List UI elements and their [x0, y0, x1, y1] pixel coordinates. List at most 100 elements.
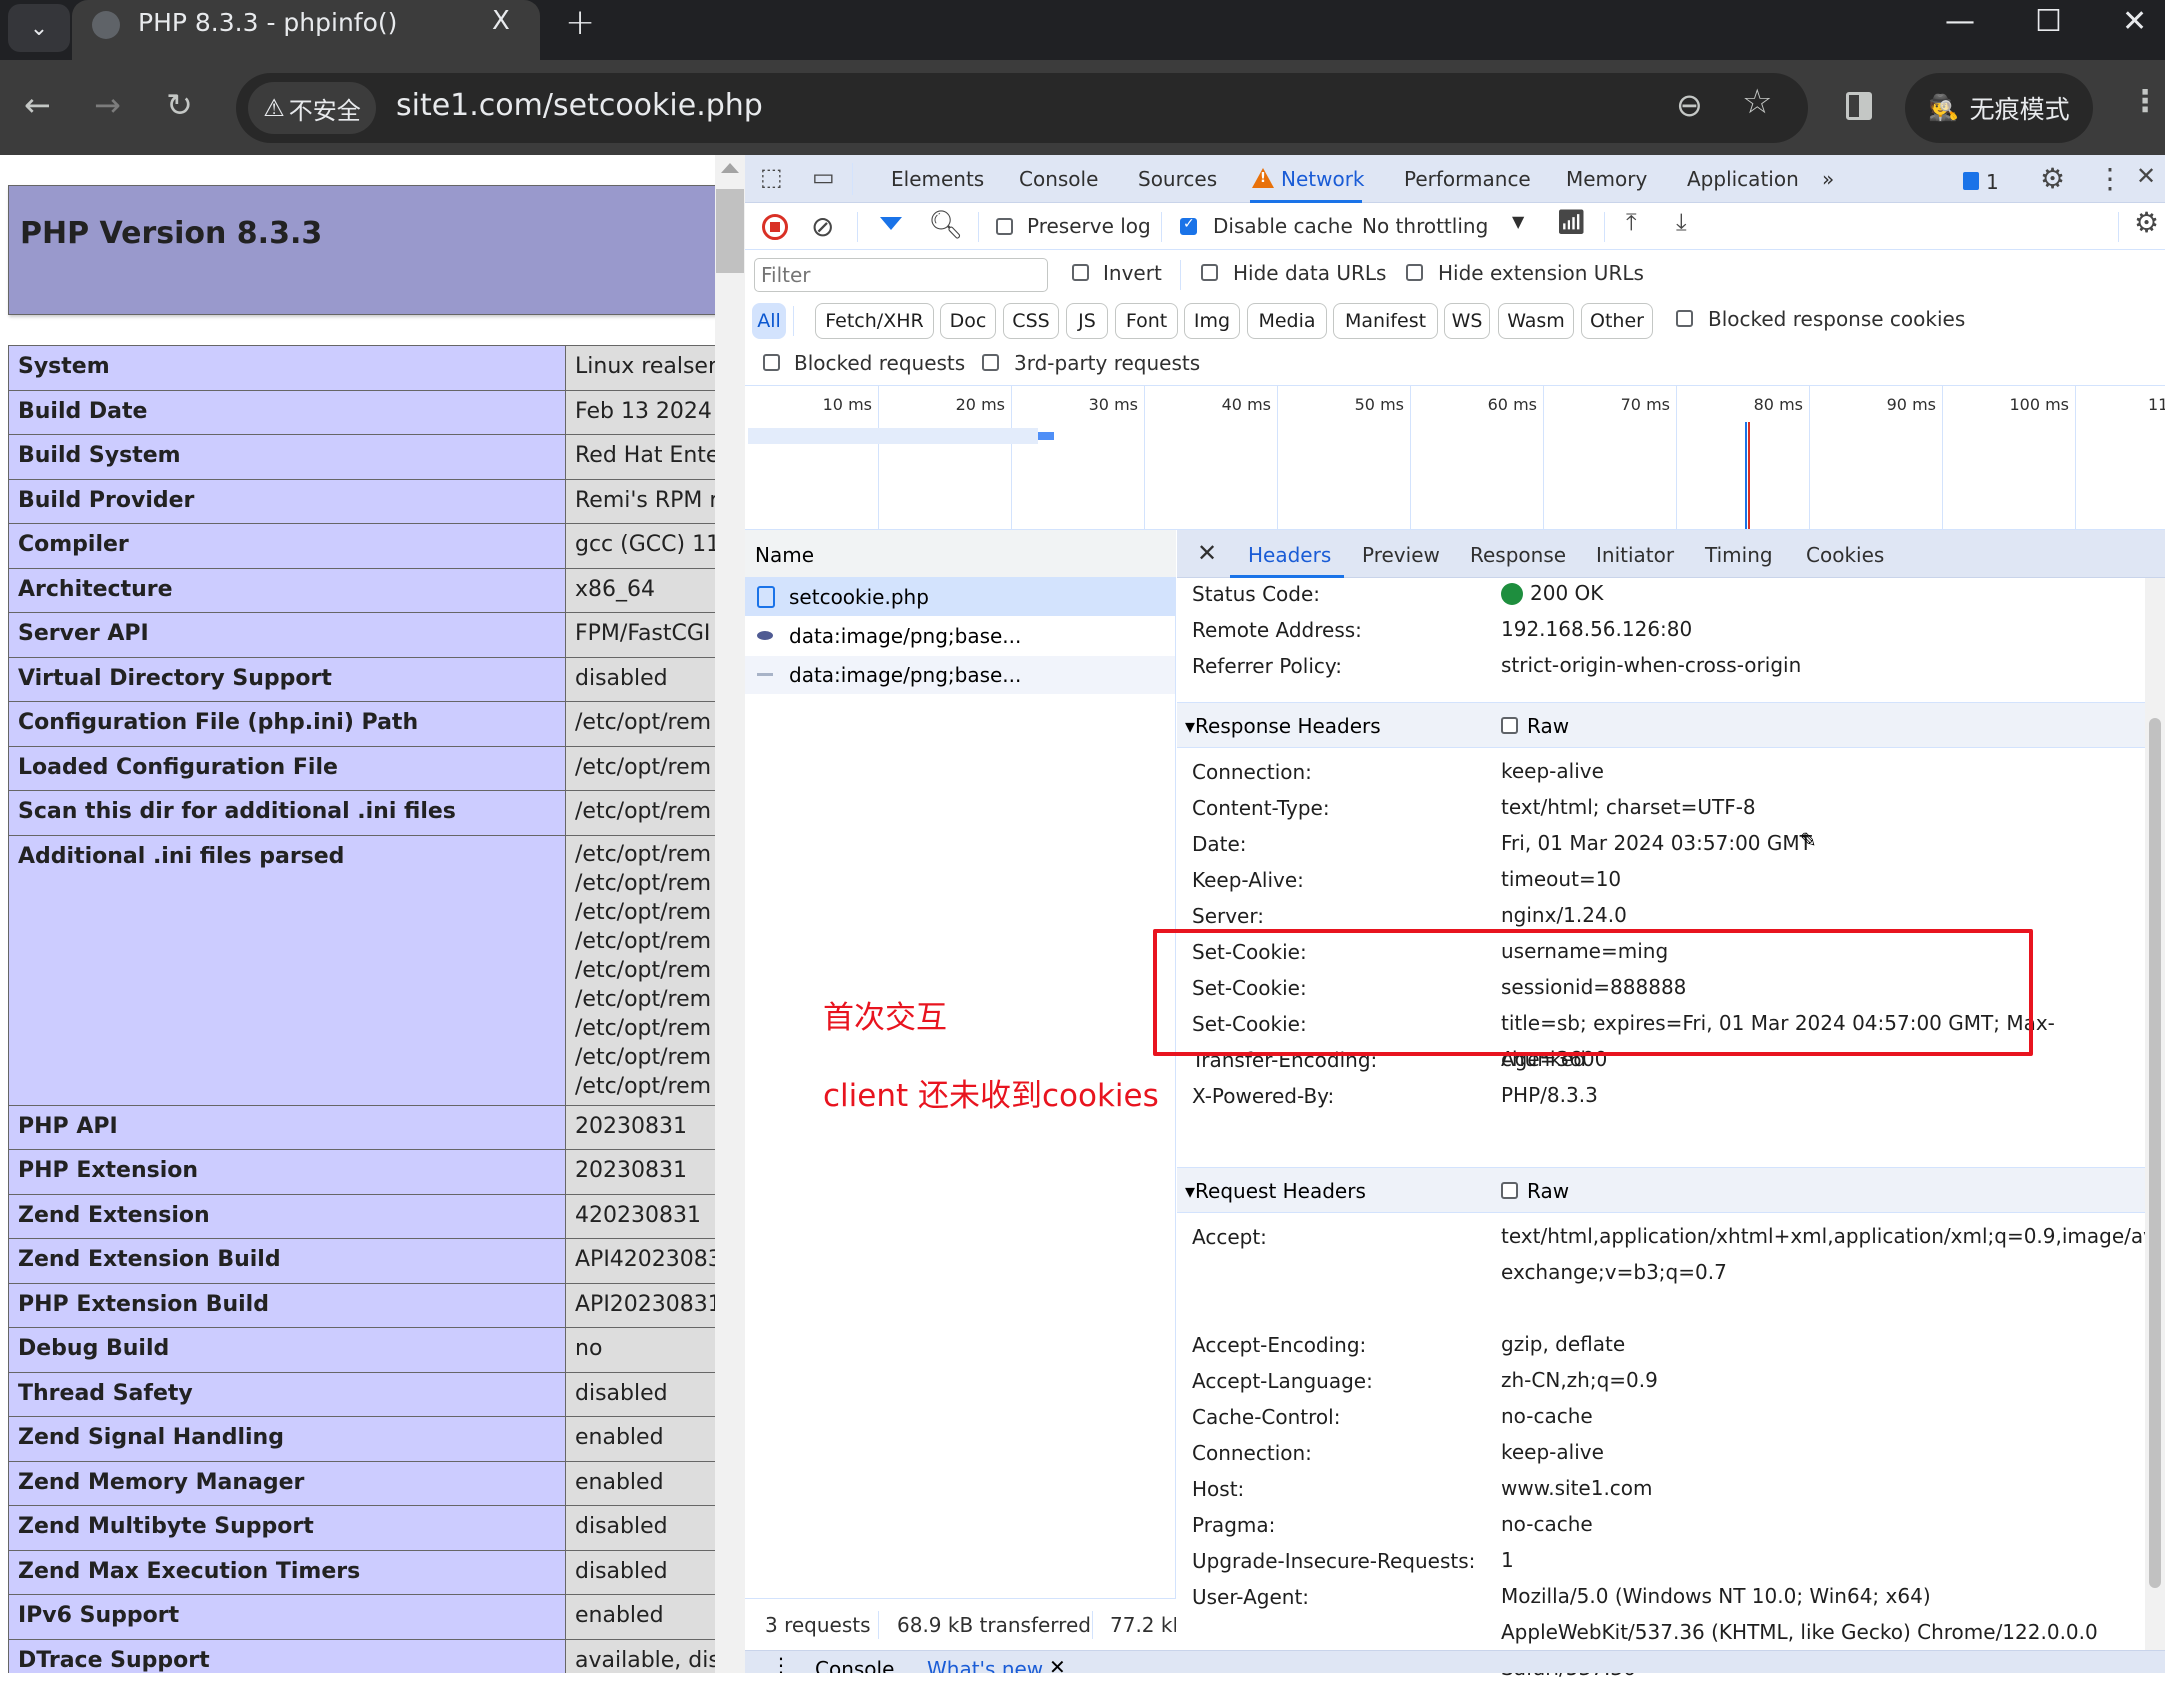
chrome-menu-icon[interactable]: ⋮ — [2130, 84, 2160, 119]
header-value[interactable]: zh-CN,zh;q=0.9 — [1501, 1362, 2131, 1398]
header-value[interactable]: nginx/1.24.0 — [1501, 897, 2131, 933]
more-tabs-button[interactable]: » — [1822, 167, 1834, 191]
type-chip-fetch-xhr[interactable]: Fetch/XHR — [815, 303, 934, 339]
header-value[interactable]: keep-alive — [1501, 753, 2131, 789]
import-har-icon[interactable]: ⤒ — [1626, 208, 1637, 236]
side-panel-icon[interactable] — [1846, 92, 1872, 120]
inspect-element-icon[interactable]: ⬚ — [760, 163, 783, 191]
issues-count[interactable]: 1 — [1986, 170, 1999, 194]
type-chip-media[interactable]: Media — [1247, 303, 1327, 339]
security-indicator[interactable]: ⚠ 不安全 — [248, 82, 376, 134]
tab-application[interactable]: Application — [1687, 167, 1799, 191]
drawer-menu-icon[interactable]: ⋮ — [771, 1653, 791, 1673]
header-value[interactable]: no-cache — [1501, 1398, 2131, 1434]
filter-input[interactable] — [754, 258, 1048, 292]
network-settings-icon[interactable]: ⚙ — [2134, 206, 2159, 239]
type-chip-manifest[interactable]: Manifest — [1333, 303, 1438, 339]
request-row[interactable]: data:image/png;base... — [745, 617, 1175, 655]
detail-tab-response[interactable]: Response — [1470, 543, 1566, 567]
devtools-menu-icon[interactable]: ⋮ — [2096, 162, 2124, 195]
header-value[interactable]: 1 — [1501, 1542, 2131, 1578]
network-conditions-icon[interactable]: 📶︎ — [1556, 208, 1586, 236]
invert-checkbox[interactable] — [1072, 264, 1089, 281]
detail-tab-preview[interactable]: Preview — [1362, 543, 1440, 567]
scroll-up-arrow-icon[interactable] — [721, 163, 739, 173]
type-chip-wasm[interactable]: Wasm — [1498, 303, 1574, 339]
tab-console[interactable]: Console — [1019, 167, 1098, 191]
header-value[interactable]: gzip, deflate — [1501, 1326, 2131, 1362]
detail-tab-cookies[interactable]: Cookies — [1806, 543, 1884, 567]
disable-cache-checkbox[interactable] — [1180, 216, 1197, 235]
header-value[interactable]: www.site1.com — [1501, 1470, 2131, 1506]
minimize-button[interactable]: — — [1945, 4, 1975, 39]
devtools-close-icon[interactable]: ✕ — [2136, 162, 2156, 190]
new-tab-button[interactable]: + — [565, 2, 595, 43]
request-row[interactable]: setcookie.php — [745, 578, 1175, 616]
type-chip-img[interactable]: Img — [1184, 303, 1240, 339]
bookmark-star-icon[interactable]: ☆ — [1742, 82, 1772, 122]
detail-tab-headers[interactable]: Headers — [1248, 543, 1331, 567]
export-har-icon[interactable]: ⤓ — [1676, 208, 1687, 236]
type-chip-doc[interactable]: Doc — [940, 303, 996, 339]
tab-memory[interactable]: Memory — [1566, 167, 1647, 191]
response-headers-title[interactable]: ▾Response Headers — [1185, 714, 1381, 738]
type-chip-css[interactable]: CSS — [1003, 303, 1059, 339]
back-button[interactable]: ← — [24, 86, 51, 124]
third-party-checkbox[interactable] — [982, 354, 999, 371]
dropdown-arrow-icon[interactable]: ▼ — [1512, 212, 1524, 231]
header-value[interactable]: keep-alive — [1501, 1434, 2131, 1470]
header-value[interactable]: PHP/8.3.3 — [1501, 1077, 2131, 1113]
request-headers-title[interactable]: ▾Request Headers — [1185, 1179, 1366, 1203]
tab-network[interactable]: Network — [1281, 167, 1365, 191]
headers-scrollbar-thumb[interactable] — [2149, 718, 2161, 1588]
detail-tab-initiator[interactable]: Initiator — [1596, 543, 1674, 567]
tab-close-button[interactable]: X — [492, 6, 510, 36]
forward-button[interactable]: → — [94, 86, 121, 124]
tab-search-button[interactable]: ⌄ — [8, 4, 70, 52]
page-scrollbar[interactable] — [715, 155, 745, 1673]
edit-pencil-icon[interactable]: ✎ — [1800, 828, 1817, 852]
incognito-badge[interactable]: 🕵 无痕模式 — [1905, 73, 2093, 143]
blocked-requests-checkbox[interactable] — [763, 354, 780, 371]
type-chip-other[interactable]: Other — [1581, 303, 1653, 339]
raw-checkbox[interactable] — [1501, 1182, 1518, 1199]
filter-icon[interactable] — [880, 217, 902, 230]
clear-icon[interactable]: ⊘ — [811, 210, 834, 243]
type-chip-ws[interactable]: WS — [1444, 303, 1490, 339]
preserve-log-checkbox[interactable] — [996, 218, 1013, 235]
throttling-select[interactable]: No throttling — [1362, 214, 1488, 238]
response-headers-section[interactable]: ▾Response Headers Raw — [1177, 702, 2145, 748]
drawer-close-icon[interactable]: ✕ — [1049, 1655, 1066, 1673]
maximize-button[interactable]: ☐ — [2035, 4, 2062, 39]
reload-button[interactable]: ↻ — [166, 86, 193, 124]
header-value[interactable]: no-cache — [1501, 1506, 2131, 1542]
zoom-out-icon[interactable]: ⊖ — [1676, 86, 1703, 124]
type-chip-all[interactable]: All — [752, 303, 786, 339]
request-headers-section[interactable]: ▾Request Headers Raw — [1177, 1167, 2145, 1213]
blocked-response-cookies-checkbox[interactable] — [1676, 310, 1693, 327]
close-detail-icon[interactable]: ✕ — [1197, 539, 1217, 567]
url-text[interactable]: site1.com/setcookie.php — [396, 88, 763, 123]
hide-extension-urls-checkbox[interactable] — [1406, 264, 1423, 281]
type-chip-font[interactable]: Font — [1115, 303, 1178, 339]
device-toolbar-icon[interactable]: ▭ — [812, 163, 835, 191]
hide-data-urls-checkbox[interactable] — [1201, 264, 1218, 281]
search-icon[interactable]: 🔍︎ — [928, 208, 964, 241]
detail-tab-timing[interactable]: Timing — [1705, 543, 1773, 567]
header-value[interactable]: text/html,application/xhtml+xml,applicat… — [1501, 1218, 2165, 1290]
drawer-tab-console[interactable]: Console — [815, 1657, 894, 1673]
tab-sources[interactable]: Sources — [1138, 167, 1217, 191]
raw-checkbox[interactable] — [1501, 717, 1518, 734]
close-window-button[interactable]: ✕ — [2122, 4, 2147, 39]
tab-performance[interactable]: Performance — [1404, 167, 1531, 191]
header-value[interactable]: text/html; charset=UTF-8 — [1501, 789, 2131, 825]
record-button[interactable] — [762, 214, 788, 240]
devtools-settings-icon[interactable]: ⚙ — [2040, 162, 2065, 195]
drawer-tab-whats-new[interactable]: What's new — [927, 1657, 1043, 1673]
request-row[interactable]: data:image/png;base... — [745, 656, 1175, 694]
header-value[interactable]: timeout=10 — [1501, 861, 2131, 897]
type-chip-js[interactable]: JS — [1066, 303, 1108, 339]
page-scrollbar-thumb[interactable] — [716, 189, 744, 273]
column-header-name[interactable]: Name — [745, 530, 1176, 578]
tab-elements[interactable]: Elements — [891, 167, 984, 191]
